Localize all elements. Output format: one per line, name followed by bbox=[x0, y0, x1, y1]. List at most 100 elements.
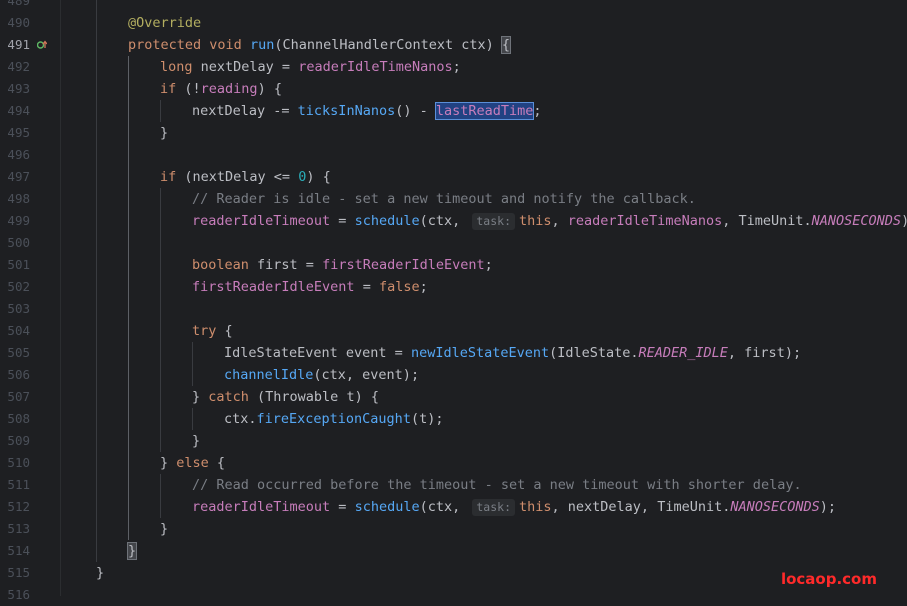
keyword: this bbox=[519, 213, 552, 229]
parameter-hint: task: bbox=[472, 213, 515, 230]
code-text[interactable]: boolean first = firstReaderIdleEvent; bbox=[192, 254, 493, 276]
code-token: ); bbox=[901, 213, 907, 229]
line-number: 504 bbox=[7, 323, 30, 338]
keyword: catch bbox=[208, 389, 249, 405]
parameter-hint: task: bbox=[472, 499, 515, 516]
line-number: 501 bbox=[7, 257, 30, 272]
code-comment[interactable]: // Reader is idle - set a new timeout an… bbox=[192, 188, 696, 210]
code-token: = bbox=[330, 499, 355, 515]
code-text[interactable]: } catch (Throwable t) { bbox=[192, 386, 379, 408]
matched-brace: { bbox=[500, 36, 512, 54]
code-text[interactable]: IdleStateEvent event = newIdleStateEvent… bbox=[224, 342, 801, 364]
code-token: ; bbox=[452, 59, 461, 75]
code-line: 510 bbox=[0, 452, 907, 474]
code-line: 506 bbox=[0, 364, 907, 386]
code-token: { bbox=[208, 455, 226, 471]
code-line: 508 bbox=[0, 408, 907, 430]
selected-field[interactable]: lastReadTime bbox=[434, 102, 535, 120]
code-text[interactable]: if (!reading) { bbox=[160, 78, 282, 100]
code-text[interactable]: } bbox=[160, 518, 168, 540]
code-token: () - bbox=[395, 103, 436, 119]
code-text[interactable]: readerIdleTimeout = schedule(ctx, task: t… bbox=[192, 210, 907, 232]
class-name: TimeUnit bbox=[738, 213, 804, 229]
static-constant: READER_IDLE bbox=[638, 345, 728, 361]
code-token: (ctx, event); bbox=[313, 367, 420, 383]
keyword: false bbox=[378, 279, 420, 295]
watermark: locaop.com bbox=[780, 570, 877, 588]
annotation: @Override bbox=[128, 15, 202, 31]
method-call: schedule bbox=[354, 213, 420, 229]
code-text[interactable]: } bbox=[126, 540, 138, 562]
line-number: 506 bbox=[7, 367, 30, 382]
code-token: , bbox=[551, 213, 568, 229]
line-number: 507 bbox=[7, 389, 30, 404]
line-number: 513 bbox=[7, 521, 30, 536]
override-gutter-icon[interactable] bbox=[37, 40, 47, 50]
code-line: 515 bbox=[0, 562, 907, 584]
code-text[interactable]: } bbox=[96, 562, 104, 584]
code-text[interactable]: protected void run(ChannelHandlerContext… bbox=[128, 34, 512, 56]
code-token: } bbox=[192, 389, 209, 405]
code-token: IdleStateEvent event = bbox=[224, 345, 411, 361]
code-token: nextDelay -= bbox=[192, 103, 298, 119]
code-token: { bbox=[216, 323, 233, 339]
code-token: ) { bbox=[306, 169, 331, 185]
code-line: 495 bbox=[0, 122, 907, 144]
code-text[interactable]: } bbox=[192, 430, 200, 452]
keyword: if bbox=[160, 81, 177, 97]
code-text[interactable]: readerIdleTimeout = schedule(ctx, task: t… bbox=[192, 496, 836, 518]
line-number: 515 bbox=[7, 565, 30, 580]
method-call: schedule bbox=[354, 499, 420, 515]
line-number: 511 bbox=[7, 477, 30, 492]
keyword: protected bbox=[128, 37, 202, 53]
code-line: 489 bbox=[0, 0, 907, 12]
code-text[interactable]: nextDelay -= ticksInNanos() - lastReadTi… bbox=[192, 100, 542, 122]
method-call: newIdleStateEvent bbox=[410, 345, 550, 361]
line-number: 505 bbox=[7, 345, 30, 360]
code-text[interactable]: channelIdle(ctx, event); bbox=[224, 364, 419, 386]
code-editor[interactable]: 489 490 491 492 493 494 495 496 497 498 … bbox=[0, 0, 907, 602]
code-token: nextDelay = bbox=[192, 59, 299, 75]
code-token: ) { bbox=[257, 81, 282, 97]
code-line: 516 bbox=[0, 584, 907, 606]
line-number: 490 bbox=[7, 15, 30, 30]
line-number: 493 bbox=[7, 81, 30, 96]
class-name: TimeUnit bbox=[657, 499, 723, 515]
matched-brace: } bbox=[126, 542, 138, 560]
static-constant: NANOSECONDS bbox=[730, 499, 820, 515]
code-line: 493 bbox=[0, 78, 907, 100]
keyword: else bbox=[176, 455, 209, 471]
code-token: } bbox=[160, 125, 169, 141]
line-number: 508 bbox=[7, 411, 30, 426]
code-text[interactable]: try { bbox=[192, 320, 233, 342]
code-line: 504 bbox=[0, 320, 907, 342]
line-number: 509 bbox=[7, 433, 30, 448]
field: reading bbox=[200, 81, 258, 97]
method-name: run bbox=[249, 37, 275, 53]
line-number: 499 bbox=[7, 213, 30, 228]
code-token: , bbox=[722, 213, 739, 229]
code-line: 509 bbox=[0, 430, 907, 452]
code-text[interactable]: firstReaderIdleEvent = false; bbox=[192, 276, 428, 298]
code-comment[interactable]: // Read occurred before the timeout - se… bbox=[192, 474, 802, 496]
code-line: 502 bbox=[0, 276, 907, 298]
code-text[interactable]: } else { bbox=[160, 452, 225, 474]
code-text[interactable]: } bbox=[160, 122, 168, 144]
code-line: 500 bbox=[0, 232, 907, 254]
code-token: , bbox=[551, 499, 568, 515]
code-line: 503 bbox=[0, 298, 907, 320]
line-number: 498 bbox=[7, 191, 30, 206]
code-token: (IdleState. bbox=[549, 345, 639, 361]
line-number: 514 bbox=[7, 543, 30, 558]
code-line: 497 bbox=[0, 166, 907, 188]
code-text[interactable]: if (nextDelay <= 0) { bbox=[160, 166, 331, 188]
code-text[interactable]: ctx.fireExceptionCaught(t); bbox=[224, 408, 443, 430]
field: firstReaderIdleEvent bbox=[192, 279, 355, 295]
code-token: } bbox=[160, 455, 177, 471]
field: readerIdleTimeNanos bbox=[567, 213, 723, 229]
code-text[interactable]: long nextDelay = readerIdleTimeNanos; bbox=[160, 56, 461, 78]
code-token: } bbox=[96, 565, 105, 581]
comment-text: // Read occurred before the timeout - se… bbox=[192, 477, 802, 493]
code-text[interactable]: @Override bbox=[128, 12, 201, 34]
code-line: 496 bbox=[0, 144, 907, 166]
